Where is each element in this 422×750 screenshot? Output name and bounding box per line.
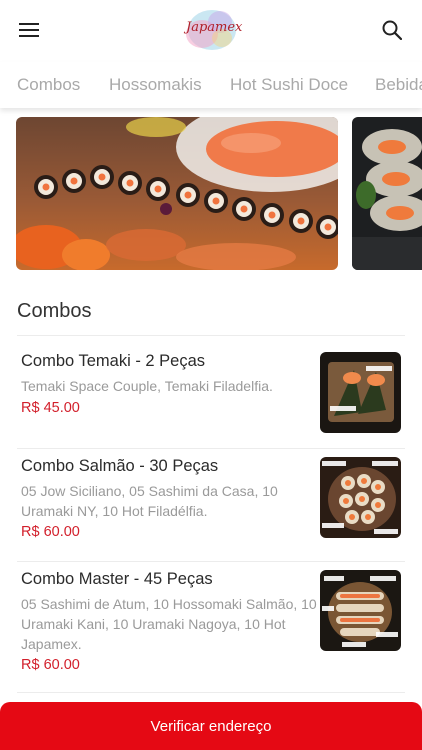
logo-text: Japamex [186, 20, 243, 35]
item-image [320, 352, 401, 433]
item-price: R$ 60.00 [21, 657, 80, 673]
item-name: Combo Temaki - 2 Peças [21, 352, 206, 370]
banner-carousel [0, 117, 422, 273]
tab-hossomakis[interactable]: Hossomakis [109, 75, 202, 95]
menu-item[interactable]: Combo Temaki - 2 Peças Temaki Space Coup… [0, 352, 422, 438]
divider [17, 692, 405, 693]
item-name: Combo Salmão - 30 Peças [21, 457, 219, 475]
tab-bebidas[interactable]: Bebidas [375, 75, 422, 95]
item-price: R$ 45.00 [21, 400, 80, 416]
item-image [320, 570, 401, 651]
item-name: Combo Master - 45 Peças [21, 570, 213, 588]
verify-address-button[interactable]: Verificar endereço [0, 702, 422, 750]
category-tabs: Combos Hossomakis Hot Sushi Doce Bebidas [0, 62, 422, 108]
item-description: 05 Jow Siciliano, 05 Sashimi da Casa, 10… [21, 483, 278, 519]
top-bar: Japamex [0, 0, 422, 62]
banner-sushi-rolls[interactable] [352, 117, 422, 270]
divider [17, 561, 405, 562]
menu-item[interactable]: Combo Master - 45 Peças 05 Sashimi de At… [0, 570, 422, 680]
banner-sushi-platter[interactable] [16, 117, 338, 270]
hamburger-menu-icon[interactable] [14, 16, 44, 44]
divider [17, 335, 405, 336]
tab-combos[interactable]: Combos [17, 75, 80, 95]
menu-item[interactable]: Combo Salmão - 30 Peças 05 Jow Siciliano… [0, 457, 422, 553]
item-price: R$ 60.00 [21, 524, 80, 540]
section-title: Combos [17, 300, 92, 322]
divider [17, 448, 405, 449]
item-description: Temaki Space Couple, Temaki Filadelfia. [21, 378, 273, 394]
item-description: 05 Sashimi de Atum, 10 Hossomaki Salmão,… [21, 596, 317, 652]
tab-hot-sushi-doce[interactable]: Hot Sushi Doce [230, 75, 348, 95]
item-image [320, 457, 401, 538]
brand-logo: Japamex [178, 4, 242, 56]
search-icon[interactable] [376, 14, 408, 46]
